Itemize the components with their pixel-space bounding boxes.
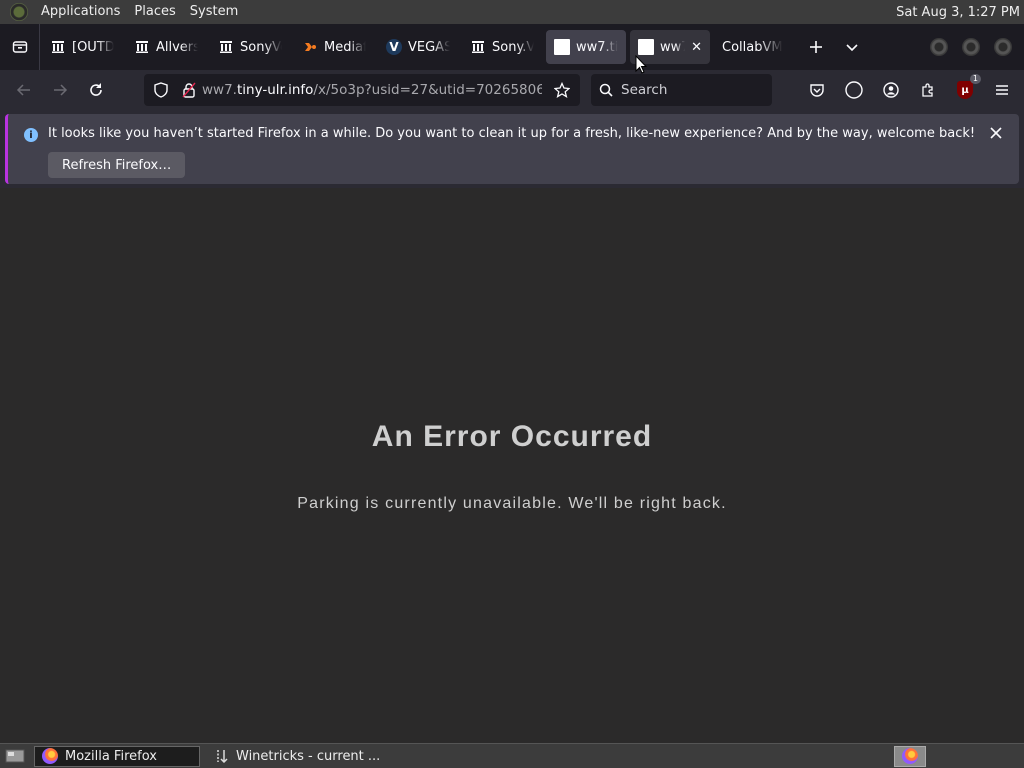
error-title: An Error Occurred <box>371 420 653 453</box>
tab-label: Allvers <box>156 39 198 55</box>
taskbar-firefox[interactable]: Mozilla Firefox <box>34 745 200 767</box>
tab-sony-v[interactable]: Sony.V <box>462 30 542 64</box>
reload-icon <box>90 83 102 96</box>
refresh-notification: i It looks like you haven’t started Fire… <box>5 114 1019 184</box>
applications-menu[interactable]: Applications <box>34 0 127 24</box>
search-bar[interactable]: Search <box>591 74 772 106</box>
notification-message: It looks like you haven’t started Firefo… <box>48 126 976 141</box>
pocket-button[interactable] <box>803 76 831 104</box>
archive-icon <box>218 39 234 55</box>
minimize-button[interactable] <box>930 38 948 56</box>
firefox-tray-icon <box>902 748 918 764</box>
maximize-button[interactable] <box>962 38 980 56</box>
tab-collabvm[interactable]: CollabVM <box>714 30 796 64</box>
tab-label: Mediaf <box>324 39 366 55</box>
toolbar-buttons: μ 1 <box>803 74 1016 106</box>
url-text[interactable]: ww7.tiny-ulr.info/x/5o3p?usid=27&utid=70… <box>202 82 542 98</box>
url-path: /x/5o3p?usid=27&utid=7026580613 <box>313 82 542 98</box>
bookmark-star-icon[interactable] <box>550 82 574 98</box>
winetricks-icon <box>212 747 230 765</box>
gnome-foot-icon[interactable] <box>10 3 28 21</box>
bottom-taskbar: Mozilla Firefox Winetricks - current ... <box>0 743 1024 768</box>
tab-mediafire[interactable]: Mediaf <box>294 30 374 64</box>
tab-outd[interactable]: [OUTD <box>42 30 122 64</box>
ublock-origin-button[interactable]: μ 1 <box>951 74 981 104</box>
notification-area: i It looks like you haven’t started Fire… <box>0 110 1024 188</box>
tab-label: Sony.V <box>492 39 534 55</box>
system-menu[interactable]: System <box>183 0 245 24</box>
tab-label: ww7.ti <box>576 39 618 55</box>
tab-label: [OUTD <box>72 39 114 55</box>
close-tab-icon[interactable]: ✕ <box>691 40 702 55</box>
firefox-view-button[interactable] <box>0 24 40 70</box>
search-icon <box>591 83 621 97</box>
tab-allvers[interactable]: Allvers <box>126 30 206 64</box>
arrow-right-icon <box>54 84 68 96</box>
tab-label: SonyVe <box>240 39 282 55</box>
close-notification-icon[interactable] <box>987 124 1005 142</box>
page-content: An Error Occurred Parking is currently u… <box>0 188 1024 743</box>
extension-badge: 1 <box>969 74 981 84</box>
extensions-button[interactable] <box>914 76 942 104</box>
places-menu[interactable]: Places <box>127 0 182 24</box>
archive-icon <box>470 39 486 55</box>
back-button[interactable] <box>6 74 42 106</box>
archive-icon <box>50 39 66 55</box>
search-input[interactable]: Search <box>621 82 667 98</box>
desktop-icon <box>5 749 25 763</box>
refresh-firefox-button[interactable]: Refresh Firefox… <box>48 152 186 178</box>
window-controls <box>930 38 1024 56</box>
arrow-left-icon <box>16 84 30 96</box>
blank-page-icon <box>554 39 570 55</box>
app-menu-button[interactable] <box>988 76 1016 104</box>
top-panel: Applications Places System Sat Aug 3, 1:… <box>0 0 1024 24</box>
tracking-protection-icon[interactable] <box>146 82 176 98</box>
ublock-icon: μ <box>957 81 973 99</box>
tab-label: ww7 <box>660 39 685 55</box>
insecure-lock-icon[interactable] <box>176 82 202 98</box>
task-label: Winetricks - current ... <box>236 748 381 764</box>
notification-tray[interactable] <box>894 745 926 767</box>
firefox-icon <box>41 747 59 765</box>
mouse-cursor-icon <box>635 55 647 74</box>
account-icon <box>883 82 899 98</box>
panel-clock[interactable]: Sat Aug 3, 1:27 PM <box>896 5 1024 20</box>
chevron-down-icon <box>846 44 858 52</box>
tab-label: CollabVM <box>722 39 783 55</box>
panel-menu: Applications Places System <box>0 0 245 24</box>
info-icon: i <box>24 128 38 142</box>
vegas-icon: V <box>386 39 402 55</box>
show-desktop-button[interactable] <box>2 745 28 767</box>
tab-vegas[interactable]: V VEGAS <box>378 30 458 64</box>
url-prefix: ww7. <box>202 82 237 98</box>
tab-sonyvegas[interactable]: SonyVe <box>210 30 290 64</box>
tab-label: VEGAS <box>408 39 450 55</box>
plus-icon <box>810 41 822 53</box>
list-all-tabs-button[interactable] <box>834 30 870 64</box>
account-button[interactable] <box>877 76 905 104</box>
archive-icon <box>134 39 150 55</box>
taskbar-winetricks[interactable]: Winetricks - current ... <box>206 746 386 767</box>
tab-strip: [OUTD Allvers SonyVe Mediaf V VEGAS Sony… <box>0 24 1024 70</box>
new-tab-button[interactable] <box>798 30 834 64</box>
nav-bar: ww7.tiny-ulr.info/x/5o3p?usid=27&utid=70… <box>0 70 1024 110</box>
url-bar[interactable]: ww7.tiny-ulr.info/x/5o3p?usid=27&utid=70… <box>144 74 580 106</box>
pocket-icon <box>810 84 824 97</box>
blank-page-icon <box>638 39 654 55</box>
forward-button[interactable] <box>42 74 78 106</box>
containers-button[interactable] <box>840 76 868 104</box>
hamburger-menu-icon <box>996 85 1008 95</box>
puzzle-icon <box>922 83 933 97</box>
firefox-view-icon <box>12 41 27 53</box>
close-window-button[interactable] <box>994 38 1012 56</box>
task-label: Mozilla Firefox <box>65 748 157 764</box>
mediafire-icon <box>302 39 318 55</box>
reload-button[interactable] <box>78 74 114 106</box>
error-subtitle: Parking is currently unavailable. We'll … <box>297 495 727 512</box>
circle-icon <box>845 81 863 99</box>
url-domain: tiny-ulr.info <box>236 82 314 98</box>
tab-ww7-active[interactable]: ww7.ti <box>546 30 626 64</box>
